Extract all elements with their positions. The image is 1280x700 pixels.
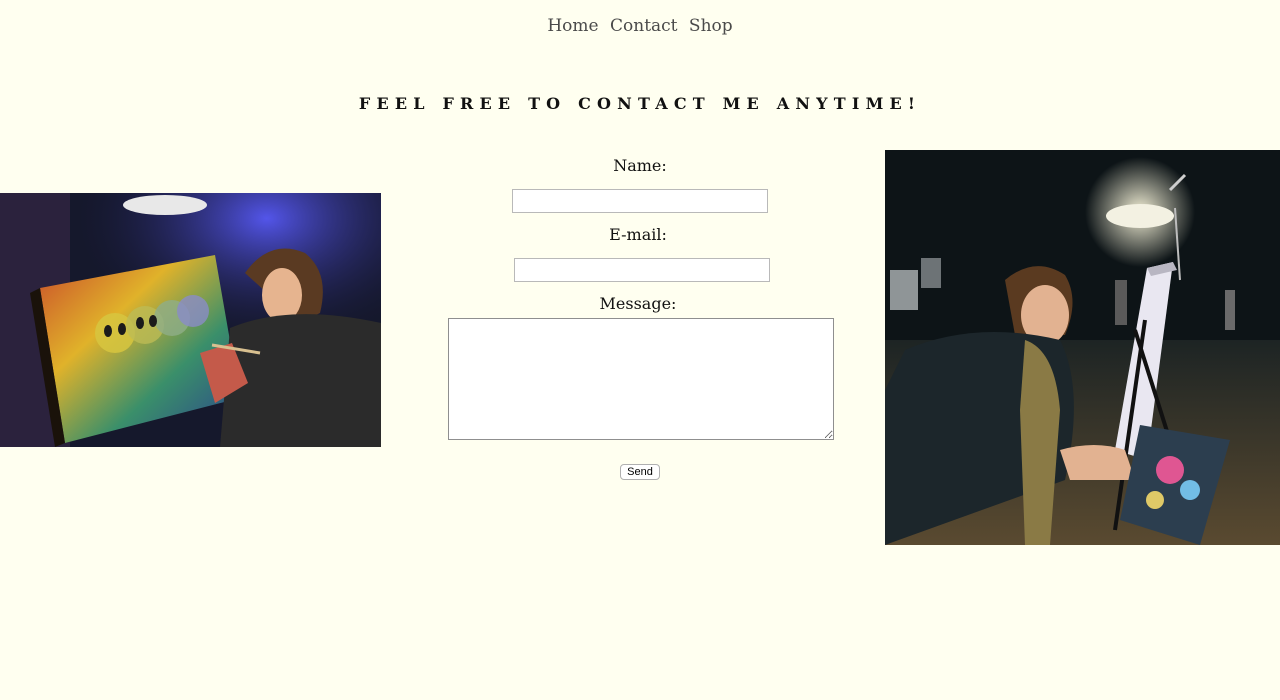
artist-painting-illustration-right (885, 150, 1280, 545)
nav-link-shop[interactable]: Shop (689, 16, 733, 36)
email-label: E-mail: (609, 225, 667, 244)
nav-link-contact[interactable]: Contact (610, 16, 678, 36)
name-input[interactable] (512, 189, 768, 213)
send-button[interactable]: Send (620, 464, 660, 480)
nav-link-home[interactable]: Home (547, 16, 598, 36)
page-heading: FEEL FREE TO CONTACT ME ANYTIME! (358, 94, 922, 113)
artist-painting-illustration-left (0, 193, 381, 447)
top-nav: Home Contact Shop (0, 16, 1280, 40)
message-label: Message: (599, 294, 677, 313)
artist-painting-photo-left (0, 193, 381, 447)
contact-form: Name: E-mail: Message: Send (440, 150, 840, 480)
send-row: Send (440, 460, 840, 480)
email-input[interactable] (514, 258, 770, 282)
message-textarea[interactable] (448, 318, 834, 440)
name-label: Name: (613, 156, 667, 175)
artist-painting-photo-right (885, 150, 1280, 545)
